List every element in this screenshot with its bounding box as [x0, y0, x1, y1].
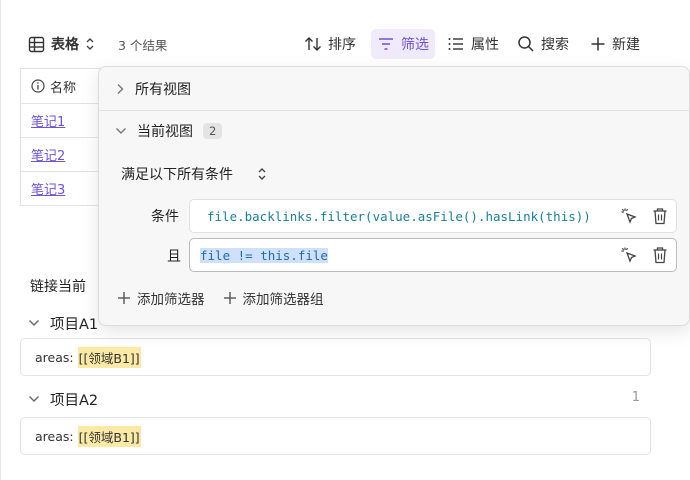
- filter-popup: 所有视图 当前视图 2 满足以下所有条件 条件 file.backlinks.f…: [98, 66, 690, 326]
- chevron-right-icon: [117, 83, 124, 94]
- current-view-count: 2: [203, 123, 223, 139]
- search-label: 搜索: [541, 37, 569, 53]
- chevron-down-icon: [116, 128, 126, 134]
- filter-icon: [379, 38, 393, 50]
- condition-expression: file != this.file: [200, 247, 328, 263]
- table-icon: [28, 36, 45, 52]
- add-filter-label: 添加筛选器: [137, 292, 205, 308]
- sort-label: 排序: [328, 37, 356, 53]
- current-view-row[interactable]: 当前视图 2: [115, 119, 223, 143]
- add-filter-group-label: 添加筛选器组: [242, 292, 324, 308]
- group-count: 1: [631, 390, 640, 405]
- note-link[interactable]: 笔记3: [31, 179, 65, 198]
- column-header-name[interactable]: 名称: [21, 69, 110, 104]
- table-row: 笔记3: [21, 172, 110, 206]
- property-value-link[interactable]: [[领域B1]]: [77, 346, 141, 368]
- condition-input[interactable]: file != this.file: [189, 238, 677, 272]
- properties-label: 属性: [471, 37, 499, 53]
- group-card: areas: [[领域B1]]: [20, 417, 651, 455]
- filter-label: 筛选: [401, 37, 429, 53]
- sort-icon: [305, 37, 321, 51]
- property-key: areas:: [35, 349, 74, 365]
- condition-input[interactable]: file.backlinks.filter(value.asFile().has…: [189, 199, 677, 233]
- filter-button[interactable]: 筛选: [371, 29, 435, 59]
- info-icon: [31, 79, 45, 93]
- new-label: 新建: [612, 37, 640, 53]
- all-views-label: 所有视图: [135, 81, 191, 98]
- pane-border: [0, 0, 1, 480]
- plus-icon: [118, 292, 130, 304]
- search-button[interactable]: 搜索: [517, 28, 569, 60]
- add-filter-button[interactable]: 添加筛选器: [117, 288, 205, 308]
- cursor-sparkle-icon[interactable]: [620, 207, 638, 225]
- view-selector[interactable]: 表格: [28, 28, 95, 60]
- plus-icon: [223, 292, 236, 304]
- all-views-row[interactable]: 所有视图: [99, 67, 689, 111]
- chevron-down-icon: [29, 396, 39, 402]
- list-icon: [448, 38, 463, 50]
- condition-expression: file.backlinks.filter(value.asFile().has…: [207, 208, 591, 224]
- column-header-label: 名称: [50, 80, 77, 96]
- result-count: 3 个结果: [118, 37, 168, 53]
- chevron-updown-icon: [86, 38, 94, 50]
- trash-icon[interactable]: [652, 246, 668, 264]
- chevron-updown-icon: [258, 168, 266, 180]
- property-key: areas:: [35, 428, 74, 444]
- note-link[interactable]: 笔记1: [31, 111, 65, 130]
- properties-button[interactable]: 属性: [447, 28, 499, 60]
- table-row: 笔记2: [21, 138, 110, 172]
- condition-actions: [620, 200, 668, 232]
- new-button[interactable]: 新建: [590, 28, 640, 60]
- note-link[interactable]: 笔记2: [31, 145, 65, 164]
- cursor-sparkle-icon[interactable]: [620, 246, 638, 264]
- add-filter-row: 添加筛选器 添加筛选器组: [117, 287, 324, 309]
- group-header-a1[interactable]: 项目A1: [28, 312, 98, 334]
- current-view-label: 当前视图: [137, 124, 193, 140]
- conjunction-selector[interactable]: 满足以下所有条件: [121, 163, 267, 185]
- group-header-a2[interactable]: 项目A2: [28, 388, 98, 410]
- group-name: 项目A1: [50, 316, 99, 333]
- group-card: areas: [[领域B1]]: [20, 338, 651, 376]
- condition-label: 条件: [151, 209, 179, 225]
- plus-icon: [591, 37, 605, 51]
- view-name: 表格: [51, 37, 79, 53]
- chevron-down-icon: [29, 320, 39, 326]
- condition-label: 且: [167, 249, 181, 265]
- property-value-link[interactable]: [[领域B1]]: [77, 425, 141, 447]
- group-name: 项目A2: [50, 392, 99, 409]
- table-row: 笔记1: [21, 104, 110, 138]
- conjunction-label: 满足以下所有条件: [121, 167, 233, 183]
- results-table: 名称 笔记1 笔记2 笔记3: [20, 68, 110, 206]
- condition-actions: [620, 239, 668, 271]
- toolbar: 表格 3 个结果 排序 筛选 属性 搜索 新建: [0, 28, 690, 62]
- linked-section-title: 链接当前: [30, 279, 86, 295]
- search-icon: [518, 36, 534, 52]
- trash-icon[interactable]: [652, 207, 668, 225]
- add-filter-group-button[interactable]: 添加筛选器组: [223, 288, 324, 308]
- sort-button[interactable]: 排序: [304, 28, 356, 60]
